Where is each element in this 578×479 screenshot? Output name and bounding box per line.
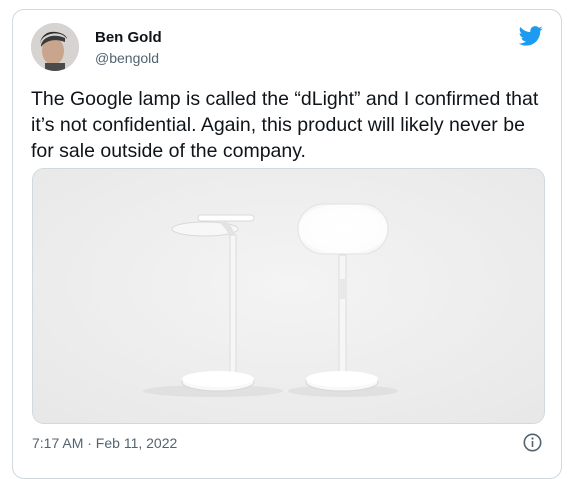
twitter-bird-icon[interactable] bbox=[519, 26, 543, 46]
author-name[interactable]: Ben Gold bbox=[95, 29, 162, 46]
tweet-text: The Google lamp is called the “dLight” a… bbox=[31, 88, 544, 162]
avatar[interactable] bbox=[31, 23, 79, 71]
tweet-timestamp[interactable]: 7:17 AM · Feb 11, 2022 bbox=[32, 435, 177, 451]
tweet-card[interactable]: Ben Gold @bengold The Google lamp is cal… bbox=[12, 9, 562, 479]
info-icon[interactable] bbox=[523, 433, 542, 452]
avatar-image bbox=[31, 23, 79, 71]
author-handle[interactable]: @bengold bbox=[95, 50, 159, 66]
lamp-photo bbox=[33, 169, 544, 423]
tweet-media-image[interactable] bbox=[32, 168, 545, 424]
